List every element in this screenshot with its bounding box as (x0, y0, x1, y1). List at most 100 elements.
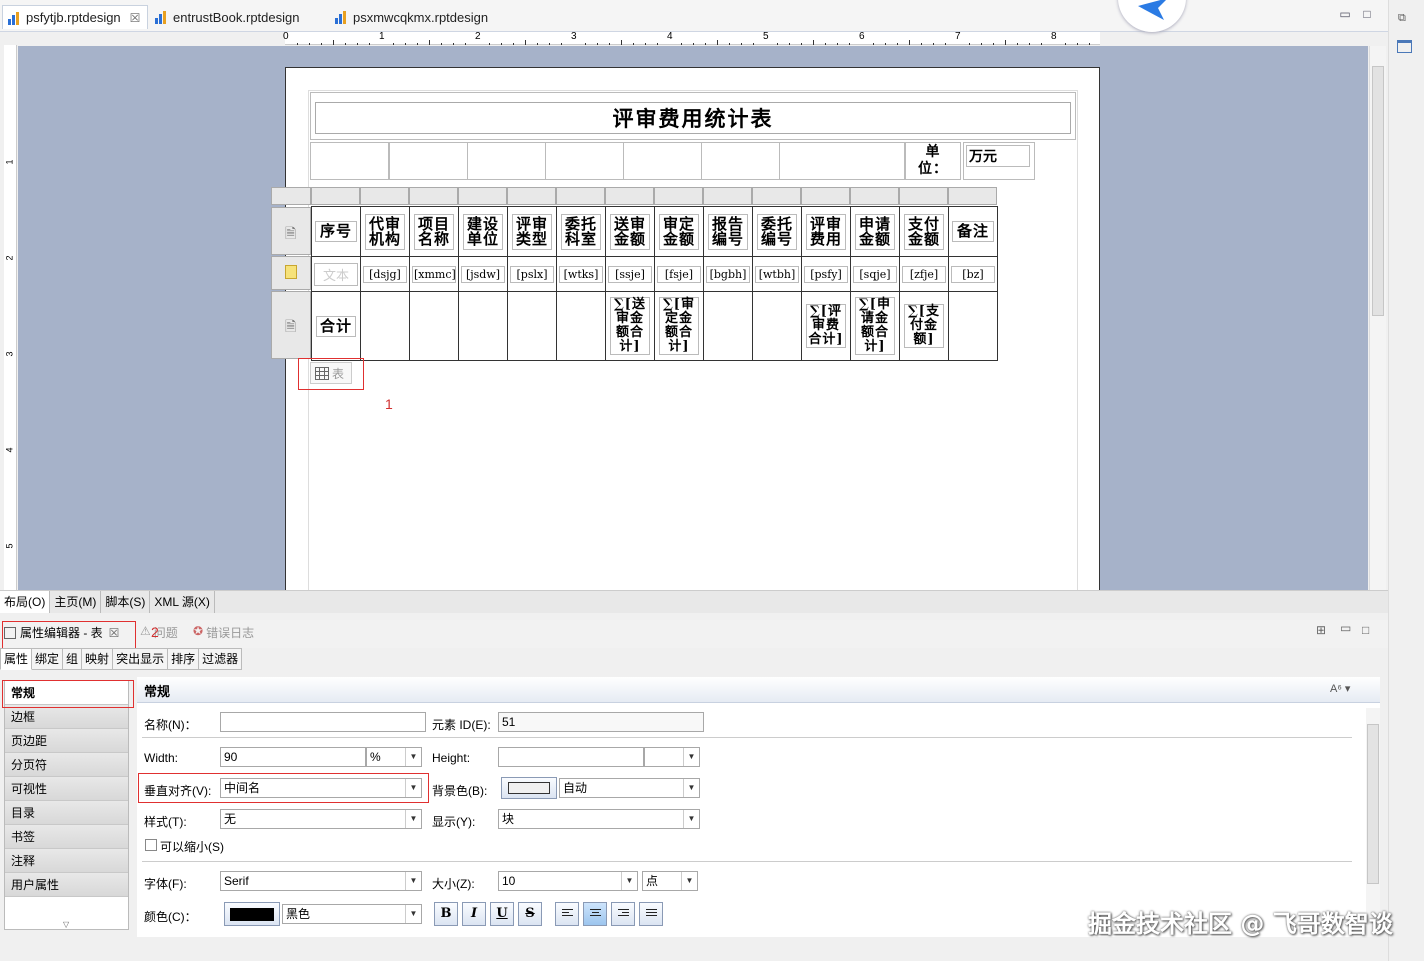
unit-row-cell[interactable] (310, 142, 389, 180)
footer-cell[interactable] (948, 291, 998, 361)
header-cell[interactable]: 委托科室 (556, 206, 606, 257)
editor-tab-entrustbook[interactable]: entrustBook.rptdesign (150, 5, 326, 29)
subtab-highlights[interactable]: 突出显示 (113, 648, 169, 670)
category-comments[interactable]: 注释 (5, 849, 128, 873)
header-cell[interactable]: 报告编号 (703, 206, 753, 257)
detail-cell[interactable]: [ssje] (605, 256, 655, 292)
row-handle-header[interactable]: 🗎 (271, 207, 311, 255)
can-shrink-checkbox[interactable] (145, 839, 157, 851)
detail-cell[interactable]: [bgbh] (703, 256, 753, 292)
strikethrough-button[interactable]: S (518, 902, 542, 926)
header-cell[interactable]: 备注 (948, 206, 998, 257)
header-cell[interactable]: 委托编号 (752, 206, 802, 257)
footer-cell[interactable]: ∑[申请金额合计] (850, 291, 900, 361)
detail-cell[interactable]: [pslx] (507, 256, 557, 292)
category-bookmark[interactable]: 书签 (5, 825, 128, 849)
minimize-icon[interactable]: ▭ (1338, 8, 1352, 22)
footer-cell[interactable]: ∑[审定金额合计] (654, 291, 704, 361)
scroll-thumb[interactable] (1367, 724, 1379, 884)
column-handle[interactable] (360, 187, 409, 205)
table-corner[interactable] (271, 187, 311, 205)
column-handle[interactable] (850, 187, 899, 205)
detail-cell[interactable]: [bz] (948, 256, 998, 292)
header-cell[interactable]: 支付金额 (899, 206, 949, 257)
close-icon[interactable]: ☒ (130, 11, 141, 25)
tab-layout[interactable]: 布局(O) (0, 591, 51, 613)
header-cell[interactable]: 申请金额 (850, 206, 900, 257)
footer-cell[interactable] (752, 291, 802, 361)
column-handle[interactable] (605, 187, 654, 205)
unit-row-cell[interactable] (779, 142, 905, 180)
element-id-field[interactable]: 51 (498, 712, 704, 732)
detail-cell[interactable]: [psfy] (801, 256, 851, 292)
background-color-button[interactable] (501, 777, 557, 799)
category-margins[interactable]: 页边距 (5, 729, 128, 753)
column-handle[interactable] (752, 187, 801, 205)
footer-cell[interactable] (458, 291, 508, 361)
detail-cell[interactable]: [dsjg] (360, 256, 410, 292)
view-tab-error-log[interactable]: ✪ 错误日志 (193, 624, 254, 641)
view-icon[interactable] (1397, 40, 1412, 53)
detail-cell[interactable]: [sqje] (850, 256, 900, 292)
detail-cell[interactable]: 文本 (311, 256, 361, 292)
subtab-groups[interactable]: 组 (63, 648, 83, 670)
row-handle-footer[interactable]: 🗎 (271, 291, 311, 359)
header-cell[interactable]: 序号 (311, 206, 361, 257)
header-cell[interactable]: 审定金额 (654, 206, 704, 257)
align-center-button[interactable] (583, 902, 607, 926)
align-right-button[interactable] (611, 902, 635, 926)
restore-icon[interactable]: ⧉ (1398, 12, 1406, 25)
canvas-scrollbar[interactable] (1369, 46, 1386, 590)
detail-cell[interactable]: [wtks] (556, 256, 606, 292)
name-input[interactable] (220, 712, 426, 732)
font-color-button[interactable] (224, 902, 280, 926)
maximize-icon[interactable]: □ (1362, 623, 1369, 637)
footer-cell[interactable]: 合计 (311, 291, 361, 361)
column-handle[interactable] (801, 187, 850, 205)
italic-button[interactable]: I (462, 902, 486, 926)
column-handle[interactable] (409, 187, 458, 205)
subtab-filters[interactable]: 过滤器 (199, 648, 243, 670)
column-handle[interactable] (556, 187, 605, 205)
detail-cell[interactable]: [xmmc] (409, 256, 459, 292)
column-handle[interactable] (948, 187, 997, 205)
size-input[interactable]: 10 ▼ (498, 871, 638, 891)
header-cell[interactable]: 评审类型 (507, 206, 557, 257)
footer-cell[interactable] (409, 291, 459, 361)
maximize-icon[interactable]: □ (1360, 8, 1374, 22)
unit-row-cell[interactable] (623, 142, 702, 180)
background-color-select[interactable]: 自动 ▼ (559, 778, 700, 798)
height-input[interactable] (498, 747, 644, 767)
subtab-binding[interactable]: 绑定 (32, 648, 64, 670)
category-page-break[interactable]: 分页符 (5, 753, 128, 777)
justify-button[interactable] (639, 902, 663, 926)
detail-cell[interactable]: [fsje] (654, 256, 704, 292)
unit-row-cell[interactable] (545, 142, 624, 180)
unit-row-cell[interactable] (467, 142, 546, 180)
height-unit-select[interactable]: ▼ (644, 747, 700, 767)
category-visibility[interactable]: 可视性 (5, 777, 128, 801)
header-cell[interactable]: 代审机构 (360, 206, 410, 257)
footer-cell[interactable] (360, 291, 410, 361)
underline-button[interactable]: U (490, 902, 514, 926)
column-handle[interactable] (703, 187, 752, 205)
detail-cell[interactable]: [jsdw] (458, 256, 508, 292)
footer-cell[interactable]: ∑[评审费合计] (801, 291, 851, 361)
unit-row-cell[interactable] (701, 142, 780, 180)
font-color-select[interactable]: 黑色 ▼ (282, 904, 422, 924)
width-unit-select[interactable]: % ▼ (366, 747, 422, 767)
detail-cell[interactable]: [zfje] (899, 256, 949, 292)
tab-xml-source[interactable]: XML 源(X) (150, 591, 215, 613)
row-handle-detail[interactable] (271, 256, 311, 290)
unit-row-cell[interactable] (389, 142, 468, 180)
column-handle[interactable] (899, 187, 948, 205)
category-borders[interactable]: 边框 (5, 705, 128, 729)
tab-master-page[interactable]: 主页(M) (50, 591, 102, 613)
subtab-sorting[interactable]: 排序 (168, 648, 200, 670)
column-handle[interactable] (654, 187, 703, 205)
editor-tab-psxmwcqkmx[interactable]: psxmwcqkmx.rptdesign (330, 5, 516, 29)
scroll-thumb[interactable] (1372, 66, 1384, 316)
header-cell[interactable]: 送审金额 (605, 206, 655, 257)
report-title[interactable]: 评审费用统计表 (315, 102, 1071, 134)
font-select[interactable]: Serif ▼ (220, 871, 422, 891)
